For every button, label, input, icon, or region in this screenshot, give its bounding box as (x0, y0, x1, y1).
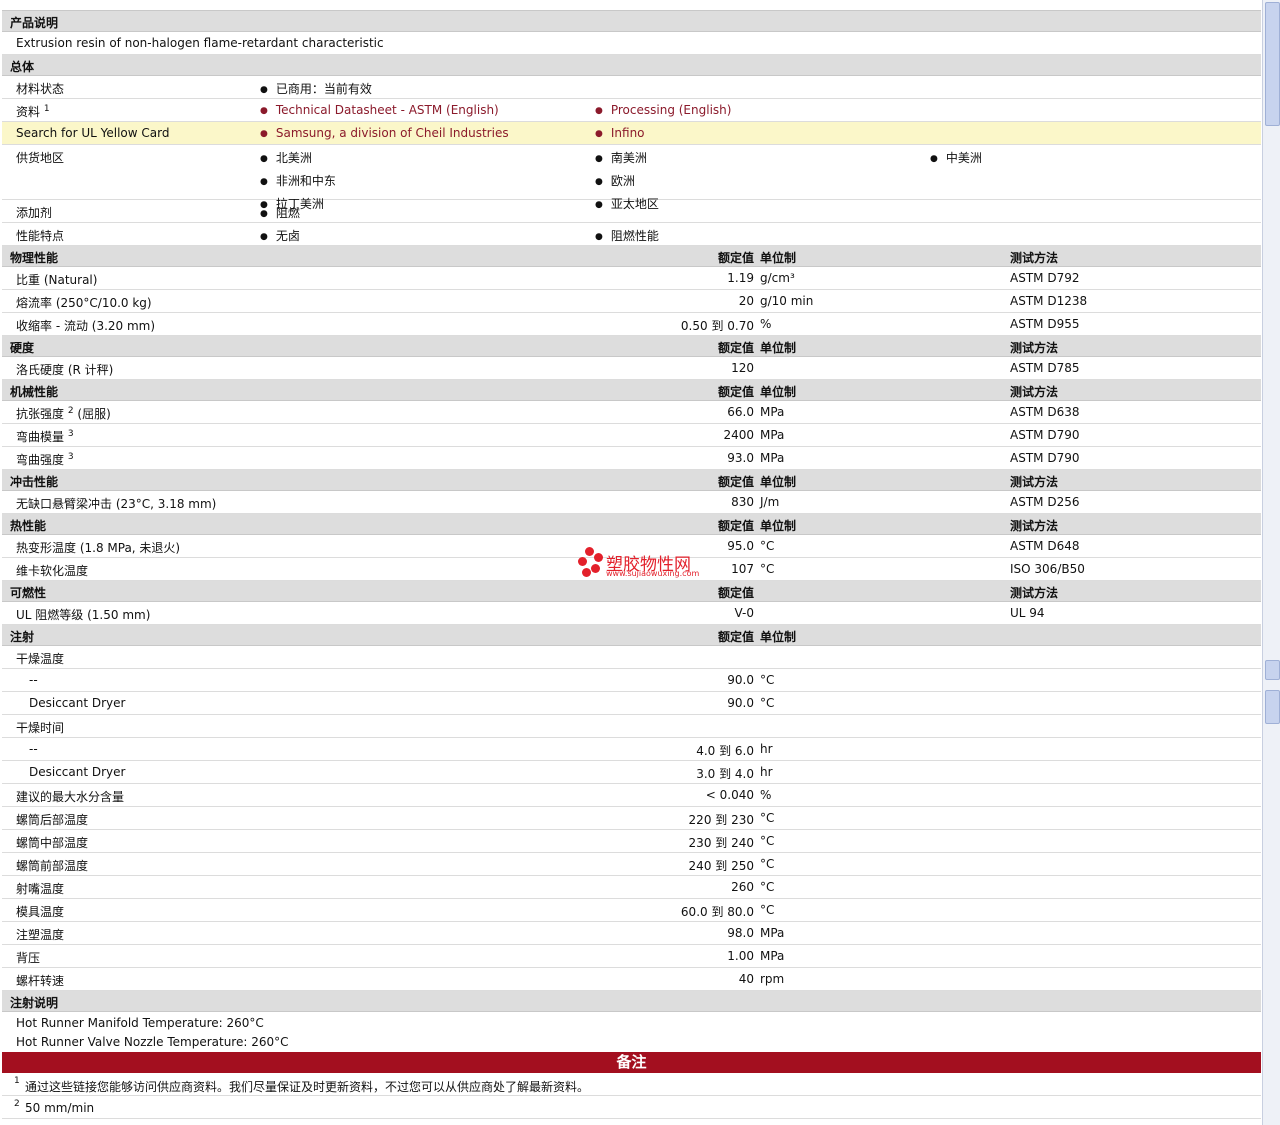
section-impact: 冲击性能 额定值 单位制 测试方法 (2, 470, 1261, 491)
injection-row: 注塑温度 98.0 MPa (2, 922, 1261, 945)
section-injection-notes: 注射说明 (2, 991, 1261, 1012)
note-item: 1 通过这些链接您能够访问供应商资料。我们尽量保证及时更新资料，不过您可以从供应商… (2, 1073, 1261, 1096)
property-row: 抗张强度 2 (屈服) 66.0 MPa ASTM D638 (2, 401, 1261, 424)
injection-row: -- 4.0 到 6.0 hr (2, 738, 1261, 761)
notes-header: 备注 (2, 1052, 1261, 1073)
supply-region-row: 供货地区 北美洲 非洲和中东 拉丁美洲 南美洲 欧洲 亚太地区 中美洲 (2, 145, 1261, 211)
injection-row: 干燥温度 (2, 646, 1261, 669)
injection-row: 干燥时间 (2, 715, 1261, 738)
injection-note-row: Hot Runner Valve Nozzle Temperature: 260… (16, 1035, 289, 1049)
injection-row: 螺筒后部温度 220 到 230 °C (2, 807, 1261, 830)
product-description-row: Extrusion resin of non-halogen flame-ret… (2, 32, 1261, 55)
injection-row: 射嘴温度 260 °C (2, 876, 1261, 899)
logo-dots-icon (578, 547, 604, 577)
section-thermal: 热性能 额定值 单位制 测试方法 (2, 514, 1261, 535)
additive-row: 添加剂 阻燃 (2, 200, 1261, 223)
injection-row: 螺筒中部温度 230 到 240 °C (2, 830, 1261, 853)
property-row: 无缺口悬臂梁冲击 (23°C, 3.18 mm) 830 J/m ASTM D256 (2, 491, 1261, 514)
section-mechanical: 机械性能 额定值 单位制 测试方法 (2, 380, 1261, 401)
section-injection: 注射 额定值 单位制 (2, 625, 1261, 646)
property-row: 比重 (Natural) 1.19 g/cm³ ASTM D792 (2, 267, 1261, 290)
section-flammability: 可燃性 额定值 测试方法 (2, 581, 1261, 602)
scrollbar-marker (1265, 660, 1280, 680)
note-item: 2 50 mm/min (2, 1096, 1261, 1119)
top-rule (2, 0, 1261, 11)
injection-row: 建议的最大水分含量 < 0.040% (2, 784, 1261, 807)
injection-row: 背压 1.00 MPa (2, 945, 1261, 968)
injection-row: -- 90.0 °C (2, 669, 1261, 692)
samsung-link[interactable]: Samsung, a division of Cheil Industries (260, 126, 509, 140)
material-status-value: 已商用：当前有效 (260, 80, 372, 97)
section-general: 总体 (2, 55, 1261, 76)
feature-row: 性能特点 无卤 阻燃性能 (2, 223, 1261, 246)
ul-yellow-card-row: Search for UL Yellow Card Samsung, a div… (2, 122, 1261, 145)
vertical-scrollbar[interactable] (1262, 0, 1280, 1125)
property-row: UL 阻燃等级 (1.50 mm) V-0 UL 94 (2, 602, 1261, 625)
property-row: 洛氏硬度 (R 计秤) 120 ASTM D785 (2, 357, 1261, 380)
injection-row: 螺杆转速 40 rpm (2, 968, 1261, 991)
injection-row: Desiccant Dryer 3.0 到 4.0 hr (2, 761, 1261, 784)
product-description-text: Extrusion resin of non-halogen flame-ret… (16, 36, 384, 50)
property-row: 弯曲强度 3 93.0 MPa ASTM D790 (2, 447, 1261, 470)
property-row: 收缩率 - 流动 (3.20 mm) 0.50 到 0.70% ASTM D955 (2, 313, 1261, 336)
injection-note-row: Hot Runner Manifold Temperature: 260°C (16, 1016, 264, 1030)
injection-row: 螺筒前部温度 240 到 250 °C (2, 853, 1261, 876)
docs-row: 资料 1 Technical Datasheet - ASTM (English… (2, 99, 1261, 122)
section-physical: 物理性能 额定值 单位制 测试方法 (2, 246, 1261, 267)
scrollbar-marker (1265, 690, 1280, 724)
section-product-description: 产品说明 (2, 11, 1261, 32)
injection-row: 模具温度 60.0 到 80.0 °C (2, 899, 1261, 922)
material-status-row: 材料状态 已商用：当前有效 (2, 76, 1261, 99)
infino-link[interactable]: Infino (595, 126, 645, 140)
property-row: 弯曲模量 3 2400 MPa ASTM D790 (2, 424, 1261, 447)
technical-datasheet-link[interactable]: Technical Datasheet - ASTM (English) (260, 103, 499, 117)
scrollbar-thumb[interactable] (1265, 2, 1280, 126)
section-hardness: 硬度 额定值 单位制 测试方法 (2, 336, 1261, 357)
injection-row: Desiccant Dryer 90.0 °C (2, 692, 1261, 715)
property-row: 熔流率 (250°C/10.0 kg) 20 g/10 min ASTM D1238 (2, 290, 1261, 313)
processing-link[interactable]: Processing (English) (595, 103, 732, 117)
